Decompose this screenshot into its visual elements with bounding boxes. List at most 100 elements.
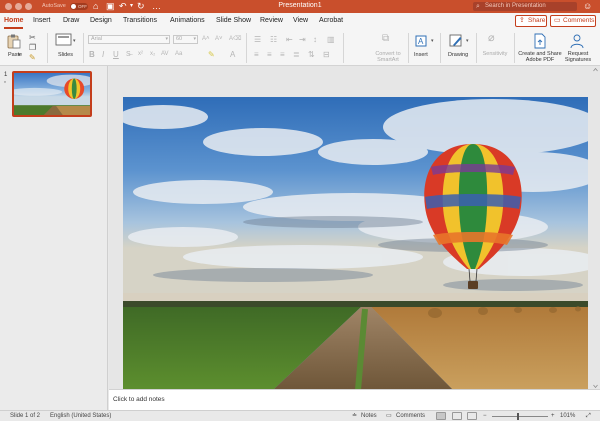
vertical-scrollbar[interactable]: [593, 68, 598, 388]
insert-dropdown-icon[interactable]: ▾: [431, 37, 434, 46]
font-color-icon[interactable]: A: [230, 50, 235, 59]
create-share-pdf-label-2: Adobe PDF: [525, 57, 555, 63]
comment-icon: ▭: [554, 17, 561, 24]
align-text-icon[interactable]: ⊟: [323, 50, 330, 59]
comments-toggle[interactable]: Comments: [396, 413, 425, 420]
ribbon-divider: [440, 33, 441, 63]
slide-thumbnail[interactable]: [12, 71, 92, 117]
align-right-icon[interactable]: ≡: [280, 50, 285, 59]
fit-slide-icon[interactable]: ⤢: [586, 413, 591, 420]
notes-placeholder: Click to add notes: [113, 396, 165, 403]
share-button[interactable]: ⇪ Share: [515, 15, 547, 27]
chevron-down-icon: ▾: [193, 36, 196, 42]
insert-shape-icon[interactable]: A: [413, 33, 429, 49]
tab-view[interactable]: View: [293, 17, 308, 24]
text-direction-icon[interactable]: ⇅: [308, 50, 315, 59]
align-left-icon[interactable]: ≡: [254, 50, 259, 59]
title-bar: AutoSave OFF ⌂ ▣ ↶ ▾ ↻ … Presentation1 ⌕…: [0, 0, 600, 13]
language-indicator[interactable]: English (United States): [50, 413, 111, 420]
account-icon[interactable]: ☺: [583, 1, 592, 11]
zoom-slider-handle[interactable]: [517, 413, 519, 420]
zoom-level[interactable]: 101%: [560, 413, 575, 420]
notes-icon: ≐: [352, 413, 358, 419]
tab-insert[interactable]: Insert: [33, 17, 51, 24]
comments-button[interactable]: ▭ Comments: [550, 15, 596, 27]
tab-animations[interactable]: Animations: [170, 17, 205, 24]
ribbon-divider: [343, 33, 344, 63]
ribbon-divider: [47, 33, 48, 63]
slide-sorter-view-button[interactable]: [452, 412, 462, 420]
slides-label: Slides: [58, 52, 73, 58]
italic-icon[interactable]: I: [102, 50, 104, 59]
slide-canvas[interactable]: [123, 97, 588, 390]
new-slide-icon[interactable]: [55, 33, 72, 47]
strikethrough-icon[interactable]: S̶: [126, 50, 131, 59]
convert-smartart-label-2: SmartArt: [377, 57, 399, 63]
ribbon-divider: [476, 33, 477, 63]
request-signatures-icon[interactable]: [569, 33, 585, 49]
tab-review[interactable]: Review: [260, 17, 283, 24]
bullets-icon[interactable]: ☰: [254, 35, 261, 44]
bold-icon[interactable]: B: [89, 50, 95, 59]
decrease-font-size-icon[interactable]: A˅: [215, 35, 223, 44]
slide-thumbnail-image: [14, 73, 90, 115]
reading-view-button[interactable]: [467, 412, 477, 420]
adobe-pdf-icon[interactable]: [533, 33, 547, 49]
highlight-icon[interactable]: ✎: [208, 50, 215, 59]
request-signatures-label-2: Signatures: [564, 57, 592, 63]
ribbon-divider: [246, 33, 247, 63]
font-name-value: Arial: [91, 36, 103, 42]
active-tab-indicator: [4, 27, 23, 29]
ribbon-divider: [83, 33, 84, 63]
zoom-in-button[interactable]: +: [551, 413, 555, 420]
underline-icon[interactable]: U: [113, 50, 119, 59]
smartart-icon[interactable]: ⧉: [382, 34, 389, 44]
zoom-slider[interactable]: [492, 416, 548, 417]
drawing-icon[interactable]: [448, 33, 464, 49]
slide-marker: *: [4, 81, 6, 87]
decrease-indent-icon[interactable]: ⇤: [286, 35, 293, 44]
tab-slide-show[interactable]: Slide Show: [216, 17, 251, 24]
svg-text:A: A: [418, 37, 424, 46]
tab-design[interactable]: Design: [90, 17, 112, 24]
tab-acrobat[interactable]: Acrobat: [319, 17, 343, 24]
subscript-icon[interactable]: x₂: [150, 50, 155, 59]
slide-image[interactable]: [123, 97, 588, 390]
share-label: Share: [528, 17, 546, 24]
copy-icon[interactable]: ❐: [29, 43, 36, 52]
sensitivity-label: Sensitivity: [482, 51, 508, 57]
tab-transitions[interactable]: Transitions: [123, 17, 157, 24]
drawing-dropdown-icon[interactable]: ▾: [466, 37, 469, 46]
change-case-icon[interactable]: Aa: [175, 50, 182, 59]
slides-dropdown-icon[interactable]: ▾: [73, 37, 76, 46]
zoom-out-button[interactable]: −: [483, 413, 487, 420]
ribbon-tabs: Home Insert Draw Design Transitions Anim…: [0, 13, 600, 30]
paste-dropdown-icon[interactable]: ▾: [18, 51, 21, 60]
increase-font-size-icon[interactable]: A˄: [202, 35, 210, 44]
justify-icon[interactable]: ≣: [293, 50, 300, 59]
tab-draw[interactable]: Draw: [63, 17, 79, 24]
paste-icon[interactable]: [6, 33, 22, 49]
notes-pane[interactable]: Click to add notes: [109, 389, 600, 410]
normal-view-button[interactable]: [436, 412, 446, 420]
align-center-icon[interactable]: ≡: [267, 50, 272, 59]
tab-home[interactable]: Home: [4, 17, 23, 24]
numbering-icon[interactable]: ☷: [270, 35, 277, 44]
cut-icon[interactable]: ✂: [29, 33, 36, 42]
line-spacing-icon[interactable]: ↕: [313, 35, 317, 44]
font-size-value: 60: [176, 36, 183, 42]
search-input[interactable]: ⌕ Search in Presentation: [473, 2, 577, 11]
superscript-icon[interactable]: x²: [138, 50, 143, 59]
format-painter-icon[interactable]: ✎: [29, 53, 36, 62]
ribbon-divider: [514, 33, 515, 63]
character-spacing-icon[interactable]: AV: [161, 50, 169, 59]
sensitivity-icon[interactable]: ⌀: [488, 33, 495, 44]
font-name-select[interactable]: Arial ▾: [88, 35, 170, 44]
increase-indent-icon[interactable]: ⇥: [299, 35, 306, 44]
insert-label: Insert: [414, 52, 428, 58]
ribbon-home: Paste ▾ ✂ ❐ ✎ Slides ▾ Arial ▾ 60 ▾ A˄ A…: [0, 30, 600, 66]
columns-icon[interactable]: ▥: [327, 35, 335, 44]
clear-formatting-icon[interactable]: A⌫: [229, 35, 242, 44]
notes-toggle[interactable]: Notes: [361, 413, 377, 420]
font-size-select[interactable]: 60 ▾: [173, 35, 198, 44]
